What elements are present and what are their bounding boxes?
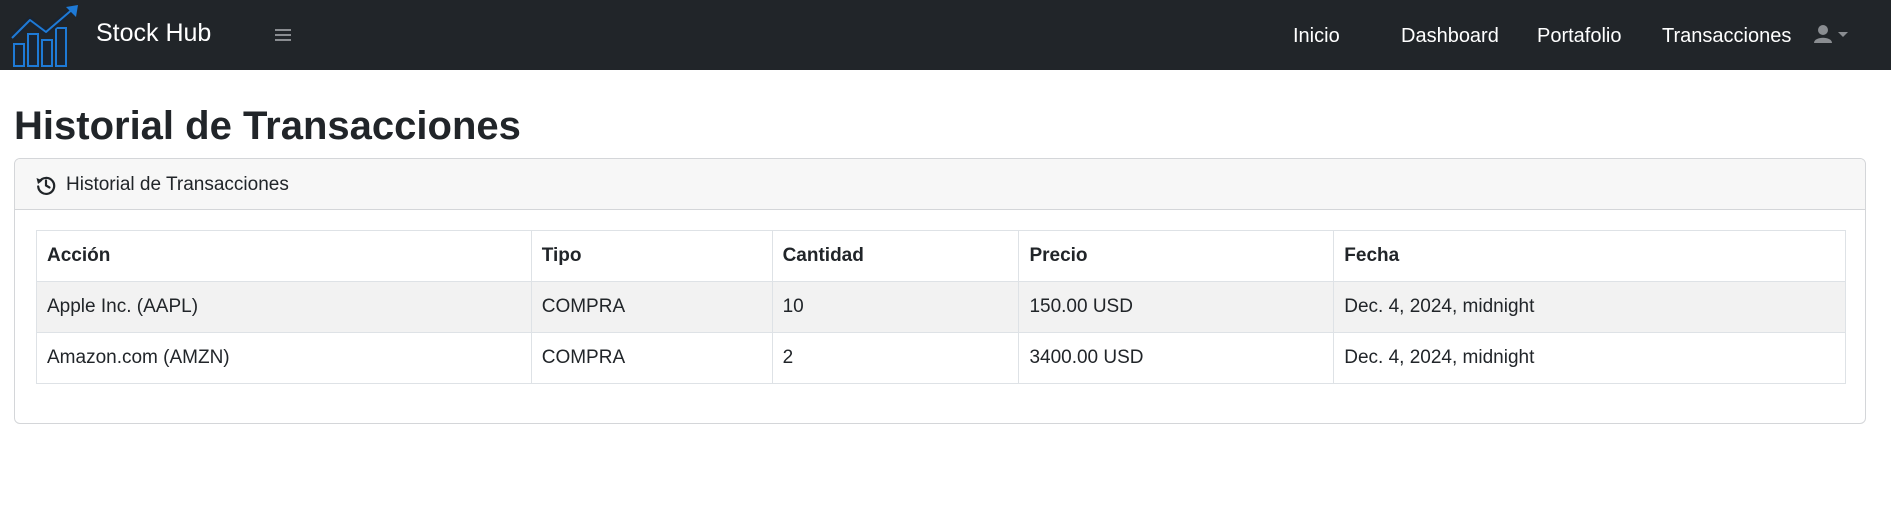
column-header-accion: Acción (36, 230, 532, 282)
cell-tipo: COMPRA (530, 332, 773, 384)
stock-chart-logo-icon[interactable] (8, 4, 84, 68)
column-header-cantidad: Cantidad (771, 230, 1020, 282)
column-header-fecha: Fecha (1333, 230, 1846, 282)
history-icon (36, 176, 56, 195)
hamburger-icon[interactable] (272, 24, 294, 46)
user-menu-dropdown[interactable] (1812, 22, 1858, 48)
caret-down-icon (1838, 32, 1848, 37)
user-icon (1814, 25, 1832, 43)
column-header-precio: Precio (1018, 230, 1335, 282)
cell-cantidad: 10 (771, 281, 1020, 333)
cell-fecha: Dec. 4, 2024, midnight (1333, 332, 1846, 384)
nav-link-dashboard[interactable]: Dashboard (1401, 23, 1499, 49)
page-title: Historial de Transacciones (14, 104, 521, 148)
cell-tipo: COMPRA (530, 281, 773, 333)
table-header-row: Acción Tipo Cantidad Precio Fecha (36, 230, 1846, 282)
nav-link-transacciones[interactable]: Transacciones (1662, 23, 1791, 49)
transactions-card: Historial de Transacciones Acción Tipo C… (14, 158, 1866, 424)
nav-link-inicio[interactable]: Inicio (1293, 23, 1340, 49)
top-navbar: Stock Hub Inicio Dashboard Portafolio Tr… (0, 0, 1891, 70)
cell-precio: 150.00 USD (1018, 281, 1335, 333)
cell-accion: Apple Inc. (AAPL) (36, 281, 532, 333)
card-header: Historial de Transacciones (15, 159, 1865, 210)
cell-fecha: Dec. 4, 2024, midnight (1333, 281, 1846, 333)
cell-accion: Amazon.com (AMZN) (36, 332, 532, 384)
table-row: Apple Inc. (AAPL) COMPRA 10 150.00 USD D… (36, 281, 1846, 333)
column-header-tipo: Tipo (530, 230, 773, 282)
brand-name[interactable]: Stock Hub (96, 17, 211, 49)
table-row: Amazon.com (AMZN) COMPRA 2 3400.00 USD D… (36, 332, 1846, 384)
cell-precio: 3400.00 USD (1018, 332, 1335, 384)
transactions-table: Acción Tipo Cantidad Precio Fecha Apple … (36, 230, 1846, 384)
card-header-title: Historial de Transacciones (66, 174, 289, 195)
cell-cantidad: 2 (771, 332, 1020, 384)
nav-link-portafolio[interactable]: Portafolio (1537, 23, 1622, 49)
